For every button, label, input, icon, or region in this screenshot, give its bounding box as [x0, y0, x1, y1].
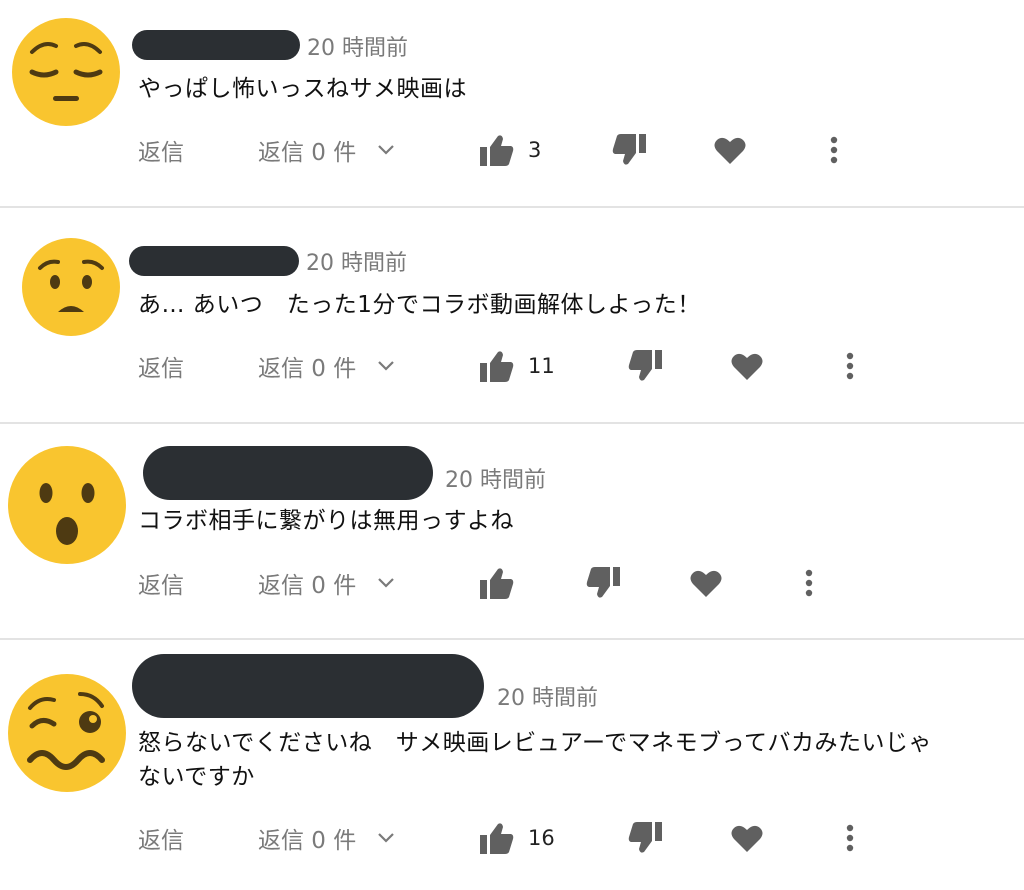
more-options-button[interactable] — [846, 818, 854, 858]
hushed-face-icon — [8, 446, 126, 564]
comment-text: コラボ相手に繋がりは無用っすよね — [138, 508, 514, 534]
thumbs-down-icon — [628, 822, 662, 853]
reply-button[interactable]: 返信 — [138, 130, 184, 170]
redacted-username — [132, 654, 484, 718]
reply-button[interactable]: 返信 — [138, 818, 184, 858]
thumbs-down-icon — [612, 134, 646, 165]
woozy-face-icon — [8, 674, 126, 792]
avatar[interactable] — [8, 446, 126, 564]
heart-icon — [731, 353, 763, 380]
thumbs-up-icon — [480, 351, 514, 382]
worried-face-icon — [22, 238, 120, 336]
avatar[interactable] — [8, 674, 126, 792]
comment-actions: 返信 返信 0 件 11 — [0, 346, 1024, 386]
comment-timestamp: 20 時間前 — [307, 36, 408, 61]
reply-button[interactable]: 返信 — [138, 346, 184, 386]
chevron-down-icon — [378, 833, 395, 843]
comment-timestamp: 20 時間前 — [306, 251, 407, 276]
thumbs-up-icon — [480, 568, 514, 599]
replies-count-label: 返信 0 件 — [258, 573, 357, 599]
comment-text: 怒らないでくださいね サメ映画レビュアーでマネモブってバカみたいじゃ ないですか — [138, 730, 932, 790]
heart-icon — [731, 825, 763, 852]
comment-text: やっぱし怖いっスねサメ映画は — [138, 76, 467, 102]
redacted-username — [129, 246, 299, 276]
view-replies-button[interactable]: 返信 0 件 — [258, 818, 395, 858]
view-replies-button[interactable]: 返信 0 件 — [258, 130, 395, 170]
heart-icon — [690, 570, 722, 597]
more-options-button[interactable] — [805, 563, 813, 603]
pensive-face-icon — [12, 18, 120, 126]
comment: 20 時間前 やっぱし怖いっスねサメ映画は 返信 返信 0 件 3 — [0, 0, 1024, 206]
comment: 20 時間前 怒らないでくださいね サメ映画レビュアーでマネモブってバカみたいじ… — [0, 640, 1024, 890]
comment-actions: 返信 返信 0 件 — [0, 563, 1024, 603]
dislike-button[interactable] — [628, 818, 662, 858]
comment-actions: 返信 返信 0 件 3 — [0, 130, 1024, 170]
heart-icon — [714, 137, 746, 164]
redacted-username — [132, 30, 300, 60]
dislike-button[interactable] — [586, 563, 620, 603]
replies-count-label: 返信 0 件 — [258, 828, 357, 854]
comment: 20 時間前 コラボ相手に繋がりは無用っすよね 返信 返信 0 件 — [0, 424, 1024, 638]
dislike-button[interactable] — [612, 130, 646, 170]
comment-text: あ… あいつ たった1分でコラボ動画解体しよった！ — [138, 292, 701, 318]
thumbs-up-icon — [480, 823, 514, 854]
thumbs-down-icon — [586, 567, 620, 598]
avatar[interactable] — [12, 18, 120, 126]
like-button[interactable]: 16 — [480, 818, 555, 858]
chevron-down-icon — [378, 361, 395, 371]
like-count: 16 — [528, 826, 555, 850]
more-vert-icon — [805, 569, 813, 597]
thumbs-up-icon — [480, 135, 514, 166]
comment-timestamp: 20 時間前 — [497, 686, 598, 711]
like-count: 3 — [528, 138, 542, 162]
more-vert-icon — [830, 136, 838, 164]
chevron-down-icon — [378, 145, 395, 155]
comment-actions: 返信 返信 0 件 16 — [0, 818, 1024, 858]
more-options-button[interactable] — [846, 346, 854, 386]
view-replies-button[interactable]: 返信 0 件 — [258, 346, 395, 386]
like-count: 11 — [528, 354, 555, 378]
heart-button[interactable] — [731, 346, 763, 386]
reply-button[interactable]: 返信 — [138, 563, 184, 603]
comment-timestamp: 20 時間前 — [445, 468, 546, 493]
like-button[interactable] — [480, 563, 528, 603]
replies-count-label: 返信 0 件 — [258, 140, 357, 166]
thumbs-down-icon — [628, 350, 662, 381]
like-button[interactable]: 11 — [480, 346, 555, 386]
chevron-down-icon — [378, 578, 395, 588]
view-replies-button[interactable]: 返信 0 件 — [258, 563, 395, 603]
heart-button[interactable] — [731, 818, 763, 858]
redacted-username — [143, 446, 433, 500]
more-options-button[interactable] — [830, 130, 838, 170]
replies-count-label: 返信 0 件 — [258, 356, 357, 382]
like-button[interactable]: 3 — [480, 130, 541, 170]
heart-button[interactable] — [690, 563, 722, 603]
more-vert-icon — [846, 824, 854, 852]
more-vert-icon — [846, 352, 854, 380]
dislike-button[interactable] — [628, 346, 662, 386]
heart-button[interactable] — [714, 130, 746, 170]
comment: 20 時間前 あ… あいつ たった1分でコラボ動画解体しよった！ 返信 返信 0… — [0, 208, 1024, 422]
avatar[interactable] — [22, 238, 120, 336]
